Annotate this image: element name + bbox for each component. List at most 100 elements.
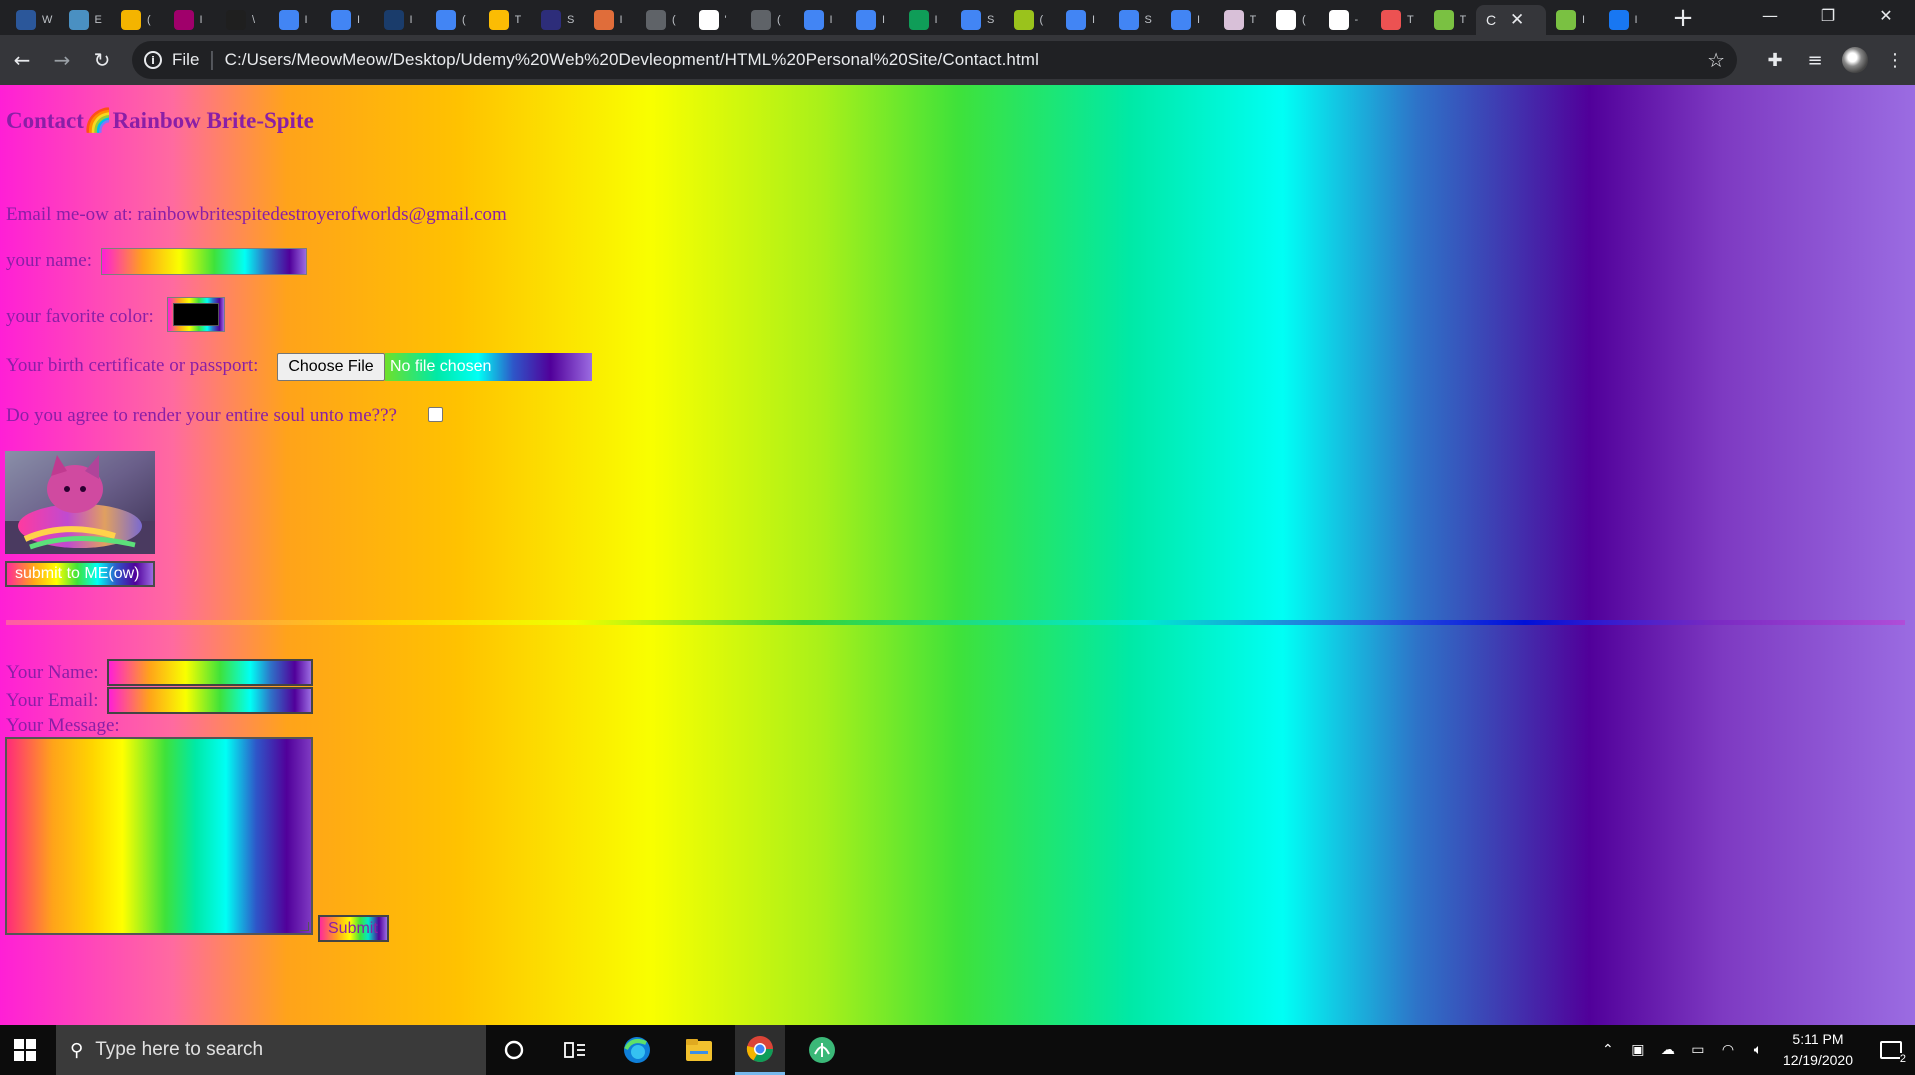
browser-tab-19[interactable]: ( (1004, 5, 1057, 35)
tab-title: I (1582, 14, 1586, 26)
browser-tab-23[interactable]: T (1214, 5, 1267, 35)
browser-tab-6[interactable]: I (321, 5, 374, 35)
browser-tab-24[interactable]: ( (1266, 5, 1319, 35)
browser-tab-21[interactable]: S (1109, 5, 1162, 35)
url-text[interactable]: C:/Users/MeowMeow/Desktop/Udemy%20Web%20… (225, 50, 1039, 70)
minimize-button[interactable]: — (1741, 0, 1799, 30)
address-bar[interactable]: i File | C:/Users/MeowMeow/Desktop/Udemy… (132, 41, 1737, 79)
restore-button[interactable]: ❐ (1799, 0, 1857, 30)
flower-icon (593, 10, 614, 30)
browser-tab-after-1[interactable]: I (1599, 5, 1652, 35)
browser-tab-3[interactable]: I (164, 5, 217, 35)
browser-tab-20[interactable]: I (1056, 5, 1109, 35)
browser-tab-13[interactable]: ' (689, 5, 742, 35)
tab-title: ( (462, 14, 466, 26)
taskbar-clock[interactable]: 5:11 PM 12/19/2020 (1783, 1029, 1853, 1071)
info-icon[interactable]: i (144, 51, 162, 69)
favorite-color-picker[interactable] (167, 297, 225, 332)
browser-tab-0[interactable]: W (6, 5, 59, 35)
browser-tab-7[interactable]: I (374, 5, 427, 35)
file-explorer-icon[interactable] (674, 1025, 724, 1075)
start-button[interactable] (0, 1025, 50, 1075)
choose-file-button[interactable]: Choose File (277, 353, 385, 381)
bookmark-star-icon[interactable]: ☆ (1707, 48, 1725, 72)
windows-logo-icon (14, 1039, 36, 1061)
browser-tab-15[interactable]: I (794, 5, 847, 35)
docs-icon (1118, 10, 1139, 30)
browser-tab-27[interactable]: T (1424, 5, 1477, 35)
agree-checkbox[interactable] (428, 407, 443, 422)
volume-icon[interactable]: 🔈︎ (1743, 1042, 1773, 1058)
taskbar-search[interactable]: ⚲ Type here to search (56, 1025, 486, 1075)
media-queue-icon[interactable]: ≡ (1795, 40, 1835, 80)
form-email-input[interactable] (107, 687, 313, 714)
reload-icon[interactable]: ↻ (82, 40, 122, 80)
browser-tab-12[interactable]: ( (636, 5, 689, 35)
extensions-puzzle-icon[interactable]: ✚ (1755, 40, 1795, 80)
form-name-input[interactable] (107, 659, 313, 686)
tab-strip: W E(I \ I I I(T S I('(I I I S(I S I T(- T T C ✕ I I + — ❐ ✕ (0, 0, 1915, 35)
name-input[interactable] (101, 248, 307, 275)
tab-title: T (514, 14, 522, 26)
chrome-icon[interactable] (735, 1025, 785, 1075)
tab-title: I (1197, 14, 1201, 26)
back-arrow-icon[interactable]: ← (2, 40, 42, 80)
browser-tab-9[interactable]: T (479, 5, 532, 35)
tab-title: S (1144, 14, 1152, 26)
task-view-icon[interactable] (550, 1025, 600, 1075)
browser-tab-16[interactable]: I (846, 5, 899, 35)
battery-icon[interactable]: ▭ (1683, 1042, 1713, 1058)
notification-count: 2 (1899, 1053, 1906, 1065)
wifi-icon[interactable]: ◠ (1713, 1042, 1743, 1058)
info-icon (226, 10, 246, 30)
toolbar-actions: ✚ ≡ ⋮ (1755, 35, 1915, 85)
udemy-icon (1381, 10, 1401, 30)
note-icon (488, 10, 509, 30)
browser-tab-2[interactable]: ( (111, 5, 164, 35)
onedrive-cloud-icon[interactable]: ☁ (1653, 1042, 1683, 1058)
cortana-icon[interactable] (489, 1025, 539, 1075)
new-tab-plus-icon[interactable]: + (1665, 3, 1701, 33)
browser-tab-17[interactable]: I (899, 5, 952, 35)
tab-title: S (567, 14, 575, 26)
browser-tab-11[interactable]: I (584, 5, 637, 35)
browser-tab-8[interactable]: ( (426, 5, 479, 35)
submit-image-button[interactable]: submit to ME(ow) (5, 561, 155, 587)
close-tab-icon[interactable]: ✕ (1510, 10, 1524, 30)
tab-list: W E(I \ I I I(T S I('(I I I S(I S I T(- T T C ✕ I I + (0, 0, 1701, 35)
menu-kebab-icon[interactable]: ⋮ (1875, 40, 1915, 80)
document-icon (68, 10, 89, 30)
chevron-up-icon[interactable]: ⌃ (1593, 1042, 1623, 1058)
form-message-textarea[interactable] (5, 737, 313, 935)
notification-icon[interactable]: 2 (1867, 1025, 1915, 1075)
browser-tab-18[interactable]: S (951, 5, 1004, 35)
forward-arrow-icon[interactable]: → (42, 40, 82, 80)
close-window-button[interactable]: ✕ (1857, 0, 1915, 30)
shield-icon (173, 10, 194, 30)
browser-tab-1[interactable]: E (59, 5, 112, 35)
browser-tab-active[interactable]: C ✕ (1476, 5, 1546, 35)
globe-icon (383, 10, 404, 30)
browser-tab-26[interactable]: T (1371, 5, 1424, 35)
anime-icon (1223, 10, 1244, 30)
browser-tab-25[interactable]: - (1319, 5, 1372, 35)
clock-date: 12/19/2020 (1782, 1052, 1853, 1068)
browser-tab-4[interactable]: \ (216, 5, 269, 35)
tab-title: I (1092, 14, 1096, 26)
url-separator: | (209, 48, 215, 71)
tab-title: ( (672, 14, 676, 26)
profile-avatar[interactable] (1842, 47, 1868, 73)
form-submit-button[interactable]: Submit (318, 915, 389, 942)
browser-tab-22[interactable]: I (1161, 5, 1214, 35)
edge-browser-icon[interactable] (612, 1025, 662, 1075)
browser-tab-5[interactable]: I (269, 5, 322, 35)
browser-tab-10[interactable]: S (531, 5, 584, 35)
rainbow-cat-image (5, 451, 155, 554)
browser-tab-after-0[interactable]: I (1546, 5, 1599, 35)
app-leaf-icon[interactable] (797, 1025, 847, 1075)
email-line: Email me-ow at: rainbowbritespitedestroy… (6, 204, 507, 225)
meet-now-icon[interactable]: ▣ (1623, 1042, 1653, 1058)
browser-tab-14[interactable]: ( (741, 5, 794, 35)
resize-handle-icon[interactable] (300, 922, 309, 931)
color-label: your favorite color: (6, 306, 154, 327)
